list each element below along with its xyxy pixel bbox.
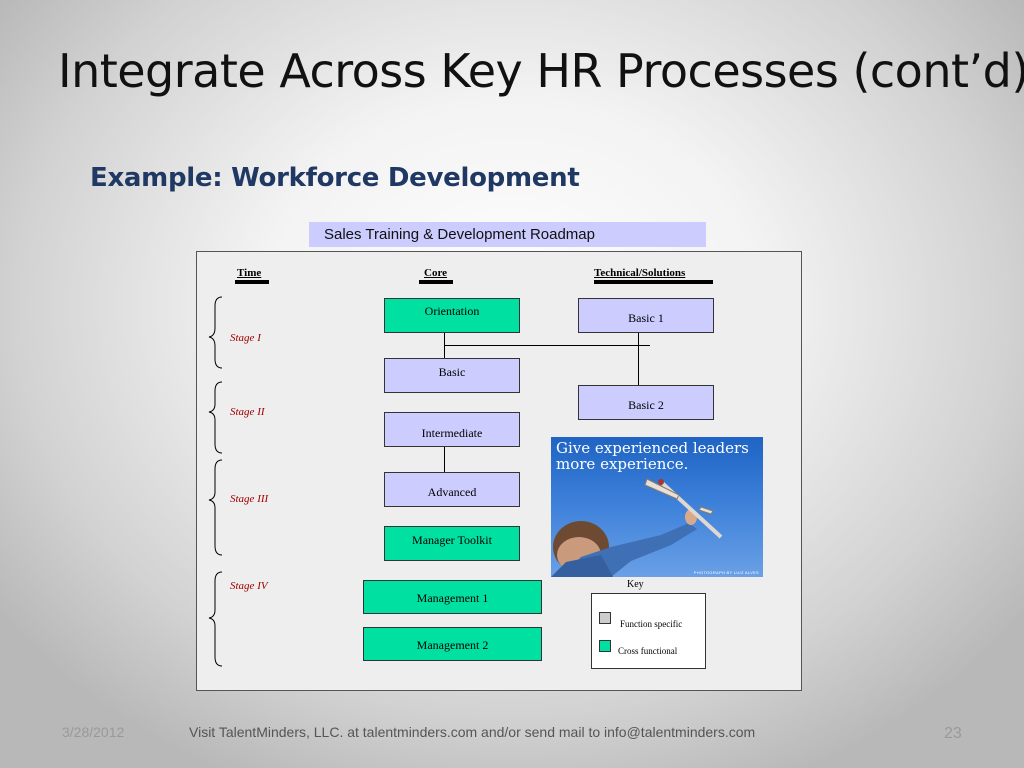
roadmap-banner: Sales Training & Development Roadmap xyxy=(309,222,706,247)
stage-ii-brace xyxy=(208,381,223,454)
technical-box-basic-1: Basic 1 xyxy=(578,298,714,333)
core-box-basic: Basic xyxy=(384,358,520,393)
stage-braces xyxy=(208,296,223,667)
footer-date: 3/28/2012 xyxy=(62,724,125,740)
connector-basic1-basic2 xyxy=(638,333,639,385)
column-header-time-bar xyxy=(235,280,269,284)
core-box-manager-toolkit: Manager Toolkit xyxy=(384,526,520,561)
column-header-core-bar xyxy=(419,280,453,284)
column-header-core: Core xyxy=(424,267,448,279)
slide-title: Integrate Across Key HR Processes (cont’… xyxy=(58,44,1024,98)
slide-subtitle: Example: Workforce Development xyxy=(90,163,580,193)
key-cross-functional: Cross functional xyxy=(618,646,678,656)
stage-label-iii: Stage III xyxy=(230,493,269,505)
stage-iii-brace xyxy=(208,459,223,556)
column-header-time: Time xyxy=(237,267,262,279)
core-box-management-2: Management 2 xyxy=(363,627,542,661)
photo-caption: Give experienced leaders more experience… xyxy=(556,440,749,472)
core-box-intermediate: Intermediate xyxy=(384,412,520,447)
connector-intermediate-advanced xyxy=(444,447,445,472)
stage-label-i: Stage I xyxy=(230,332,261,344)
key-title: Key xyxy=(627,579,644,590)
key-function-specific: Function specific xyxy=(620,619,683,629)
connector-horizontal xyxy=(444,345,650,346)
photo-caption-line-2: more experience. xyxy=(556,455,689,473)
stage-label-iv: Stage IV xyxy=(230,580,268,592)
footer-contact: Visit TalentMinders, LLC. at talentminde… xyxy=(189,724,756,740)
core-box-management-1: Management 1 xyxy=(363,580,542,614)
photo-credit: PHOTOGRAPH BY LUIZ ALVES xyxy=(693,570,759,575)
column-header-technical: Technical/Solutions xyxy=(594,267,686,279)
stage-iv-brace xyxy=(208,571,223,667)
core-box-advanced: Advanced xyxy=(384,472,520,507)
slide-number: 23 xyxy=(944,725,962,742)
key-box: Function specific Cross functional xyxy=(591,593,706,669)
function-specific-swatch xyxy=(599,612,611,624)
stage-i-brace xyxy=(208,296,223,369)
stage-label-ii: Stage II xyxy=(230,406,265,418)
column-header-technical-bar xyxy=(594,280,713,284)
core-box-orientation: Orientation xyxy=(384,298,520,333)
photo-caption-line-1: Give experienced leaders xyxy=(556,439,749,457)
technical-box-basic-2: Basic 2 xyxy=(578,385,714,420)
leaders-photo: Give experienced leaders more experience… xyxy=(551,437,763,577)
cross-functional-swatch xyxy=(599,640,611,652)
